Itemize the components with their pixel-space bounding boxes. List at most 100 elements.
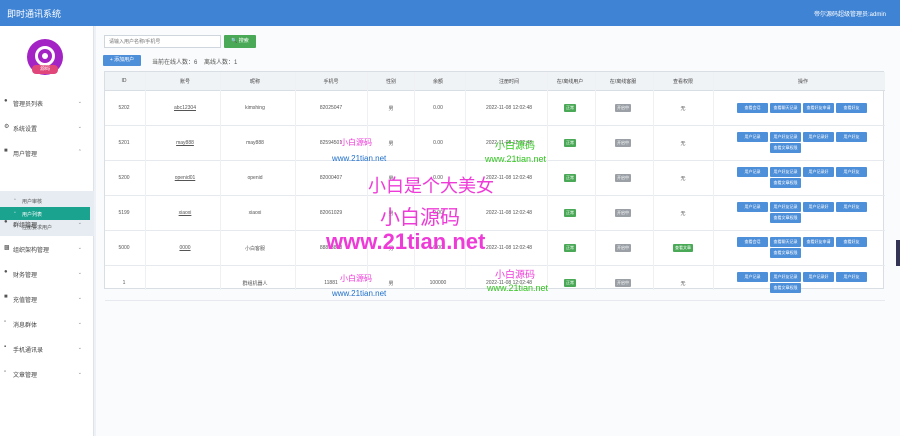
phone-icon: ▪ (4, 344, 7, 350)
scrollbar-thumb[interactable] (896, 240, 900, 266)
search-input[interactable] (104, 35, 221, 48)
service-badge[interactable]: 开启中 (615, 244, 631, 252)
search-button[interactable]: 🔍 搜索 (224, 35, 256, 48)
cell-time: 2022-11-08 12:02:48 (485, 105, 533, 111)
row-action-button[interactable]: 查看文章权限 (770, 143, 801, 153)
row-action-button[interactable]: 查看聊天记录 (770, 103, 801, 113)
chevron-down-icon: ⌄ (77, 370, 82, 376)
row-action-button[interactable]: 查看好友 (836, 103, 867, 113)
cell-account: may888 (176, 140, 194, 146)
watermark-url: www.21tian.net (332, 289, 387, 298)
cell-id: 5200 (118, 175, 130, 181)
watermark-text: 小白源码 (495, 141, 535, 152)
table-row: 5000 0000 小白客服 88888888 男 0.00 2022-11-08 12:0… (105, 231, 885, 266)
row-action-button[interactable]: 查看好友申请 (803, 237, 834, 247)
doc-icon: ▫ (4, 369, 7, 375)
status-badge[interactable]: 正常 (564, 244, 576, 252)
cell-time: 2022-11-08 12:02:48 (485, 210, 533, 216)
row-action-button[interactable]: 用户记录 (737, 202, 768, 212)
table-header: ID 账号 昵称 手机号 性别 余额 注册时间 在/离线用户 在/离线客服 查看权限 操作 (105, 72, 885, 91)
row-action-button[interactable]: 查看好友 (836, 237, 867, 247)
user-table: ID 账号 昵称 手机号 性别 余额 注册时间 在/离线用户 在/离线客服 查看权限 操作 5202… (104, 71, 885, 301)
column-header: 注册时间 (498, 79, 520, 85)
row-action-button[interactable]: 用户记录 (737, 272, 768, 282)
cell-nickname: 小白客服 (244, 246, 266, 252)
sub-item-user-review[interactable]: ▫ 用户审核 (0, 194, 90, 207)
row-action-button[interactable]: 查看会话 (737, 237, 768, 247)
sidebar-item-messages[interactable]: ▫ 消息群体 ⌄ (0, 317, 94, 331)
row-action-button[interactable]: 查看好友申请 (803, 103, 834, 113)
status-badge[interactable]: 正常 (564, 279, 576, 287)
cell-account: abc12304 (174, 105, 196, 111)
sidebar-item-contacts[interactable]: ▪ 手机通讯录 ⌄ (0, 342, 94, 356)
row-action-button[interactable]: 用户记录好 (803, 167, 834, 177)
row-action-button[interactable]: 用户好友 (836, 272, 867, 282)
row-action-button[interactable]: 用户好友记录 (770, 132, 801, 142)
status-badge[interactable]: 正常 (564, 174, 576, 182)
row-action-button[interactable]: 用户记录 (737, 167, 768, 177)
table-row: 5202 abc12304 kimshing 82025047 男 0.00 2022-11… (105, 91, 885, 126)
online-count: 当前在线人数：6 (152, 60, 198, 66)
status-badge[interactable]: 正常 (564, 139, 576, 147)
sidebar-item-groups[interactable]: ● 群组管理 ⌄ (0, 217, 94, 231)
cell-balance: 100000 (429, 280, 447, 286)
cell-perm: 无 (680, 106, 686, 112)
row-action-button[interactable]: 查看文章权限 (770, 248, 801, 258)
chevron-down-icon: ⌄ (77, 270, 82, 276)
cell-gender: 男 (388, 106, 394, 112)
column-divider (713, 72, 714, 290)
watermark-text: 小白源码 (340, 274, 372, 283)
row-action-button[interactable]: 查看文章权限 (770, 213, 801, 223)
status-badge[interactable]: 正常 (564, 209, 576, 217)
watermark-text: 小白源码 (495, 270, 535, 281)
row-action-button[interactable]: 用户记录好 (803, 202, 834, 212)
cell-perm: 无 (680, 141, 686, 147)
row-action-button[interactable]: 查看文章权限 (770, 178, 801, 188)
row-action-button[interactable]: 用户好友 (836, 167, 867, 177)
sidebar-item-articles[interactable]: ▫ 文章管理 ⌄ (0, 367, 94, 381)
row-action-button[interactable]: 用户好友记录 (770, 272, 801, 282)
sidebar-item-recharge[interactable]: ■ 充值管理 ⌄ (0, 292, 94, 306)
cell-nickname: kimshing (245, 105, 265, 111)
status-badge[interactable]: 正常 (564, 104, 576, 112)
row-action-button[interactable]: 用户记录 (737, 132, 768, 142)
sidebar-item-org[interactable]: ▩ 组织架构管理 ⌄ (0, 242, 94, 256)
row-action-button[interactable]: 查看会话 (737, 103, 768, 113)
current-user[interactable]: 帝尔源码超级管理员:admin (814, 9, 886, 18)
watermark-big-line1: 小白是个大美女 (368, 176, 494, 196)
sidebar-item-users[interactable]: ■ 用户管理 ⌃ (0, 146, 94, 160)
service-badge[interactable]: 开启中 (615, 279, 631, 287)
wallet-icon: ■ (4, 294, 8, 300)
service-badge[interactable]: 开启中 (615, 174, 631, 182)
app-title: 即时通讯系统 (7, 9, 62, 19)
column-divider (595, 72, 596, 290)
cell-phone: 82000407 (319, 175, 343, 181)
cell-account: 0000 (179, 245, 191, 251)
row-action-button[interactable]: 用户好友记录 (770, 202, 801, 212)
logo-ring-icon (35, 46, 55, 66)
row-action-button[interactable]: 用户记录好 (803, 272, 834, 282)
sidebar-item-settings[interactable]: ⚙ 系统设置 ⌄ (0, 121, 94, 135)
cell-gender: 男 (388, 141, 394, 147)
sidebar-item-finance[interactable]: ● 财务管理 ⌄ (0, 267, 94, 281)
cell-nickname: 群组机器人 (242, 281, 268, 287)
service-badge[interactable]: 开启中 (615, 104, 631, 112)
watermark-url: www.21tian.net (485, 154, 547, 164)
service-badge[interactable]: 开启中 (615, 209, 631, 217)
row-action-button[interactable]: 查看聊天记录 (770, 237, 801, 247)
row-action-button[interactable]: 用户好友记录 (770, 167, 801, 177)
row-action-button[interactable]: 用户好友 (836, 132, 867, 142)
cell-id: 5199 (118, 210, 130, 216)
chevron-down-icon: ⌄ (77, 295, 82, 301)
sidebar-item-admins[interactable]: ● 管理员列表 ⌄ (0, 96, 94, 110)
offline-count: 离线人数：1 (204, 60, 238, 66)
chevron-down-icon: ⌄ (77, 124, 82, 130)
service-badge[interactable]: 开启中 (615, 139, 631, 147)
user-icon: ● (4, 98, 8, 104)
add-user-button[interactable]: + 添加用户 (103, 55, 141, 66)
row-action-button[interactable]: 查看文章权限 (770, 283, 801, 293)
row-action-button[interactable]: 用户好友 (836, 202, 867, 212)
chevron-down-icon: ⌄ (77, 99, 82, 105)
message-icon: ▫ (4, 319, 7, 325)
row-action-button[interactable]: 用户记录好 (803, 132, 834, 142)
